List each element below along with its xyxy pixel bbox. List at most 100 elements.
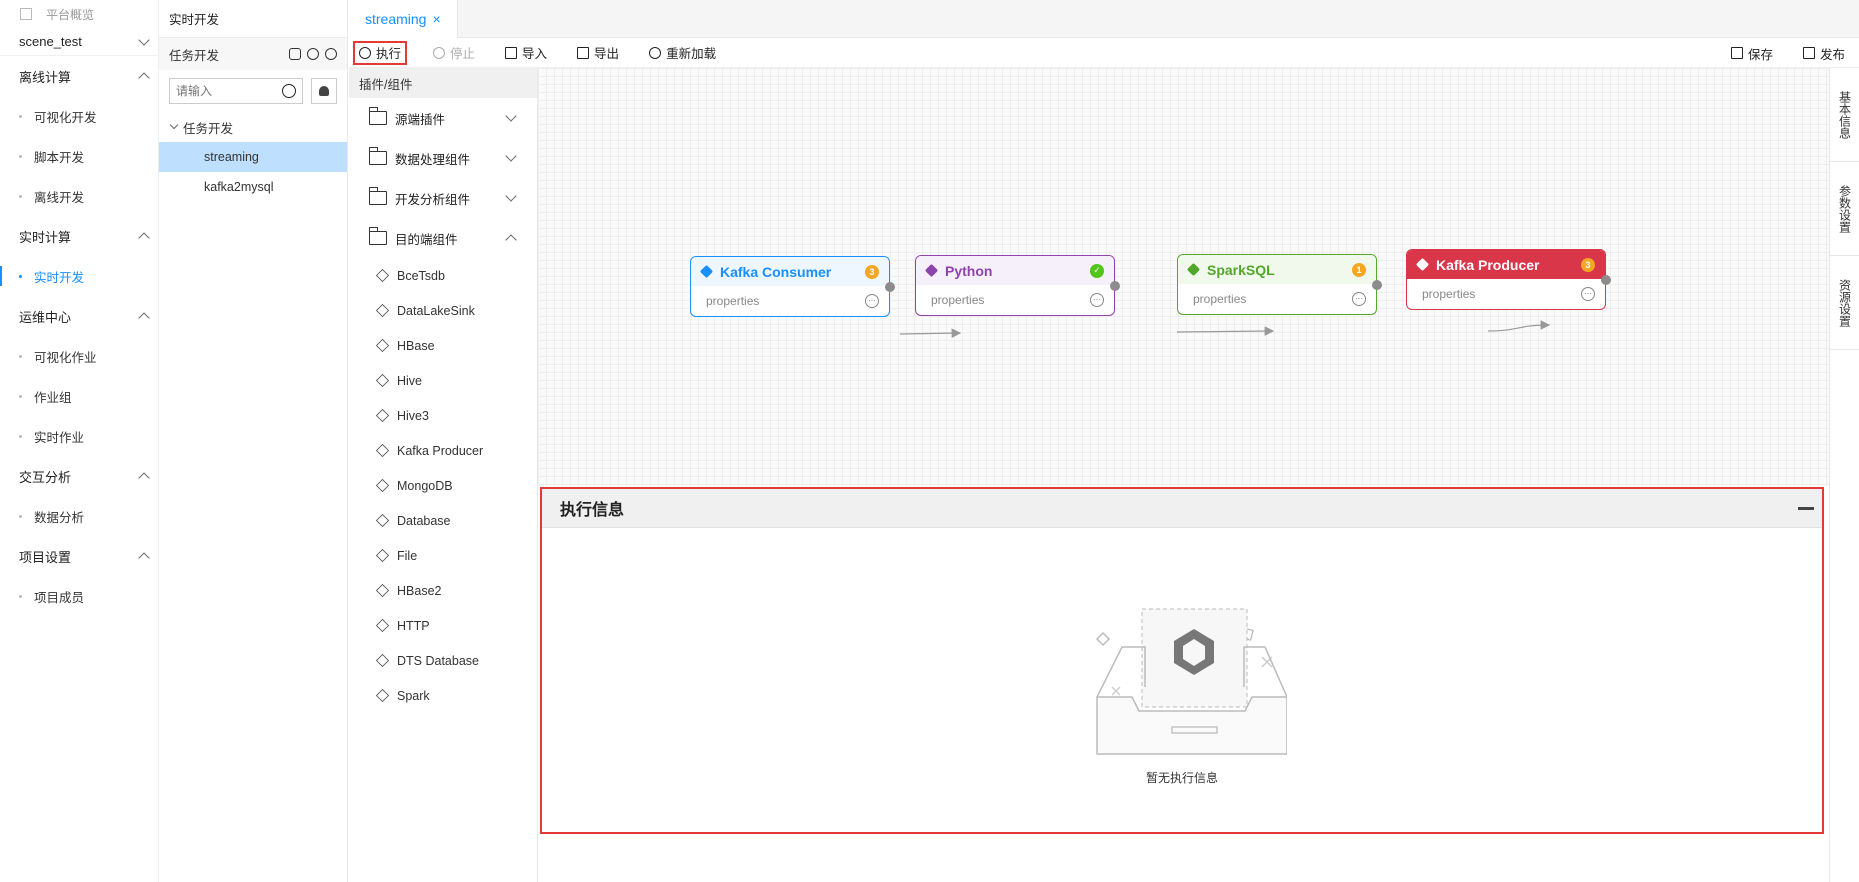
project-select[interactable]: scene_test: [0, 28, 158, 56]
nav-item-0-2[interactable]: 离线开发: [0, 176, 158, 216]
plugin-item[interactable]: Spark: [349, 678, 537, 713]
rail-basic-info[interactable]: 基本信息: [1830, 68, 1859, 162]
plugin-item[interactable]: Hive3: [349, 398, 537, 433]
export-button[interactable]: 导出: [573, 41, 623, 65]
tree-folder-task-dev[interactable]: 任务开发: [159, 112, 347, 142]
output-port[interactable]: [1110, 281, 1120, 291]
output-port[interactable]: [885, 282, 895, 292]
status-badge: 3: [1581, 257, 1595, 272]
nav-group-3[interactable]: 交互分析: [0, 456, 158, 496]
bullet-icon: [19, 594, 22, 598]
new-file-icon[interactable]: [289, 48, 301, 60]
plugin-group-label: 源端插件: [395, 112, 446, 127]
nav-item-4-0[interactable]: 项目成员: [0, 576, 158, 616]
tab-bar: streaming ×: [349, 0, 1859, 38]
tree-item-kafka2mysql[interactable]: kafka2mysql: [159, 172, 347, 202]
plugin-item[interactable]: BceTsdb: [349, 258, 537, 293]
rail-resource-settings[interactable]: 资源设置: [1830, 256, 1859, 350]
run-button[interactable]: 执行: [353, 40, 408, 65]
plugin-group-1[interactable]: 数据处理组件: [349, 138, 537, 178]
search-icon[interactable]: [282, 84, 296, 98]
more-icon[interactable]: ···: [1352, 292, 1366, 306]
node-header: Kafka Consumer 3: [691, 257, 889, 286]
plugin-item[interactable]: Hive: [349, 363, 537, 398]
sync-icon[interactable]: [307, 48, 319, 60]
reload-button[interactable]: 重新加载: [645, 41, 720, 65]
chevron-down-icon: [138, 33, 150, 46]
nav-item-label: 可视化开发: [34, 110, 97, 125]
edge-kafka-python[interactable]: [899, 328, 962, 338]
task-panel-header: 实时开发: [159, 0, 347, 38]
more-icon[interactable]: ···: [1090, 293, 1104, 307]
nav-item-2-0[interactable]: 可视化作业: [0, 336, 158, 376]
plugin-item[interactable]: HTTP: [349, 608, 537, 643]
rail-param-settings[interactable]: 参数设置: [1830, 162, 1859, 256]
nav-group-0[interactable]: 离线计算: [0, 56, 158, 96]
task-search-input[interactable]: [176, 84, 282, 98]
node-header: Kafka Producer 3: [1407, 250, 1605, 279]
plugin-item[interactable]: Kafka Producer: [349, 433, 537, 468]
node-body: properties ···: [916, 285, 1114, 315]
plugin-group-label: 目的端组件: [395, 232, 458, 247]
node-name: SparkSQL: [1207, 261, 1275, 278]
status-badge: 1: [1352, 262, 1366, 277]
output-port[interactable]: [1372, 280, 1382, 290]
plugin-item[interactable]: File: [349, 538, 537, 573]
plugin-item-label: Database: [397, 513, 451, 528]
edge-python-sparksql[interactable]: [1176, 326, 1275, 336]
minimize-icon[interactable]: [1798, 506, 1814, 510]
nav-item-2-1[interactable]: 作业组: [0, 376, 158, 416]
platform-overview-link[interactable]: 平台概览: [0, 0, 158, 28]
plugin-group-2[interactable]: 开发分析组件: [349, 178, 537, 218]
dag-node-3[interactable]: Kafka Producer 3 properties ···: [1406, 249, 1611, 310]
plugin-item[interactable]: DataLakeSink: [349, 293, 537, 328]
tab-streaming[interactable]: streaming ×: [349, 0, 458, 38]
nav-item-3-0[interactable]: 数据分析: [0, 496, 158, 536]
plugin-item[interactable]: Database: [349, 503, 537, 538]
chevron-down-icon: [505, 150, 517, 162]
output-port[interactable]: [1601, 275, 1611, 285]
plugin-group-3[interactable]: 目的端组件: [349, 218, 537, 258]
stop-button[interactable]: 停止: [429, 41, 479, 65]
dag-node-2[interactable]: SparkSQL 1 properties ···: [1177, 254, 1382, 315]
user-filter-button[interactable]: [311, 78, 337, 104]
plugin-item-label: Spark: [397, 688, 430, 703]
edge-sparksql-producer[interactable]: [1487, 320, 1551, 332]
bullet-icon: [19, 394, 22, 398]
nav-item-0-1[interactable]: 脚本开发: [0, 136, 158, 176]
save-button[interactable]: 保存: [1727, 41, 1777, 65]
folder-icon: [368, 187, 387, 205]
cube-icon: [1186, 262, 1201, 277]
stop-label: 停止: [450, 47, 476, 61]
plugin-item-label: HBase: [397, 338, 435, 353]
nav-group-1[interactable]: 实时计算: [0, 216, 158, 256]
nav-group-2[interactable]: 运维中心: [0, 296, 158, 336]
nav-item-0-0[interactable]: 可视化开发: [0, 96, 158, 136]
plugin-item[interactable]: HBase: [349, 328, 537, 363]
import-label: 导入: [522, 47, 548, 61]
nav-item-label: 离线开发: [34, 190, 85, 205]
status-badge: ✓: [1090, 263, 1104, 278]
import-button[interactable]: 导入: [501, 41, 551, 65]
plugin-item[interactable]: HBase2: [349, 573, 537, 608]
refresh-icon[interactable]: [325, 48, 337, 60]
overview-icon: [20, 8, 32, 20]
chevron-down-icon: [505, 190, 517, 202]
dag-node-1[interactable]: Python ✓ properties ···: [915, 255, 1120, 316]
publish-button[interactable]: 发布: [1799, 41, 1849, 65]
plugin-group-label: 开发分析组件: [395, 192, 471, 207]
nav-group-4[interactable]: 项目设置: [0, 536, 158, 576]
nav-item-1-0[interactable]: 实时开发: [0, 256, 158, 296]
tree-item-streaming[interactable]: streaming: [159, 142, 347, 172]
dag-node-0[interactable]: Kafka Consumer 3 properties ···: [690, 256, 895, 317]
plugin-group-0[interactable]: 源端插件: [349, 98, 537, 138]
plugin-item[interactable]: DTS Database: [349, 643, 537, 678]
tab-close-icon[interactable]: ×: [432, 11, 440, 27]
more-icon[interactable]: ···: [1581, 287, 1595, 301]
cube-icon: [375, 478, 390, 493]
exec-info-header: 执行信息: [542, 489, 1822, 528]
dag-canvas[interactable]: Kafka Consumer 3 properties ··· Python ✓ prope…: [538, 68, 1829, 486]
nav-item-2-2[interactable]: 实时作业: [0, 416, 158, 456]
plugin-item[interactable]: MongoDB: [349, 468, 537, 503]
more-icon[interactable]: ···: [865, 294, 879, 308]
